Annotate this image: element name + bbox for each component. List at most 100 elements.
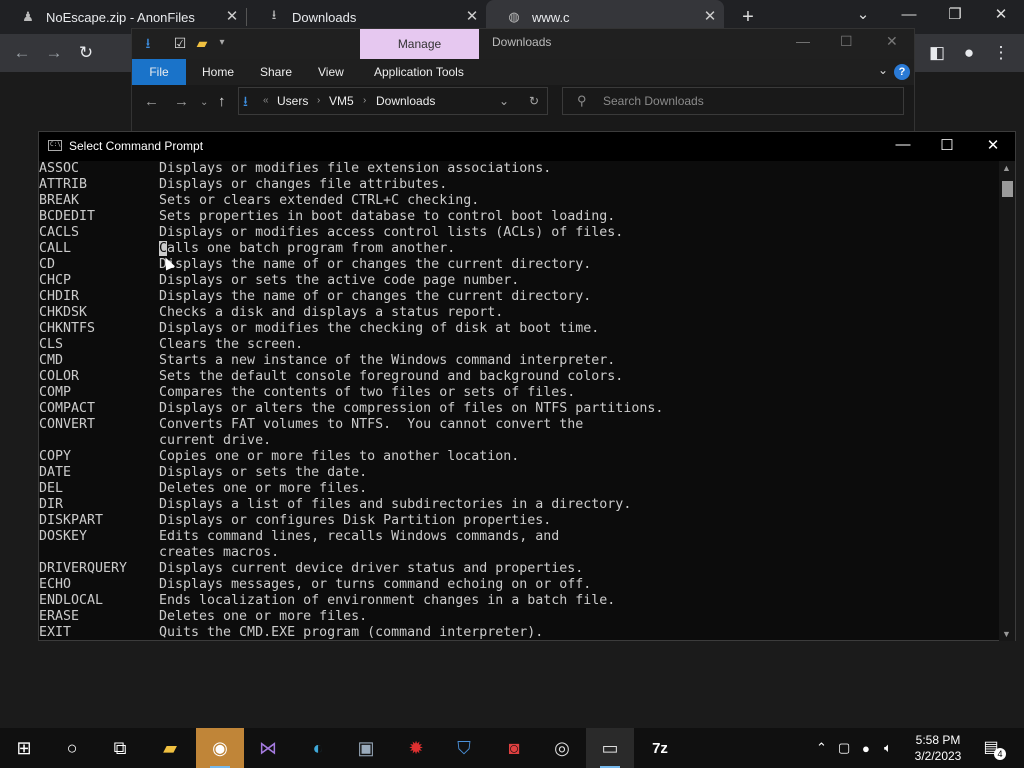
up-folder-icon[interactable]: ↑	[218, 93, 226, 110]
chrome-icon[interactable]: ◉	[196, 728, 244, 768]
visual-studio-icon[interactable]: ⋈	[244, 728, 292, 768]
refresh-icon[interactable]: ↻	[529, 88, 539, 114]
obs-icon[interactable]: ◎	[538, 728, 586, 768]
command-description: Displays messages, or turns command echo…	[159, 577, 592, 592]
browser-restore-button[interactable]: ❐	[932, 0, 978, 30]
command-name: CHKNTFS	[39, 321, 96, 336]
tab-title: NoEscape.zip - AnonFiles	[46, 9, 195, 25]
command-name: COLOR	[39, 369, 80, 384]
command-description: Displays a list of files and subdirector…	[159, 497, 632, 512]
command-name: CHCP	[39, 273, 72, 288]
ribbon-application-tools-tab[interactable]: Application Tools	[374, 59, 464, 85]
manage-tab[interactable]: Manage	[360, 29, 479, 59]
cmd-close-button[interactable]: ✕	[983, 136, 1003, 154]
menu-icon[interactable]: ⋮	[990, 42, 1012, 64]
ribbon-view-tab[interactable]: View	[318, 59, 344, 85]
command-name: DISKPART	[39, 513, 104, 528]
selection-caret: C	[159, 241, 168, 256]
cmd-maximize-button[interactable]: ☐	[937, 136, 957, 154]
command-description: Deletes one or more files.	[159, 609, 368, 624]
command-description: Ends localization of environment changes…	[159, 593, 616, 608]
recent-locations-icon[interactable]: ⌄	[200, 97, 208, 108]
new-tab-button[interactable]: +	[738, 6, 758, 28]
browser-close-button[interactable]: ✕	[978, 0, 1024, 30]
ribbon-file-tab[interactable]: File	[132, 59, 186, 85]
breadcrumb-users[interactable]: Users	[277, 88, 308, 114]
command-description: Displays or modifies file extension asso…	[159, 161, 552, 176]
command-name	[39, 545, 159, 561]
shield-icon[interactable]: ⛉	[440, 728, 488, 768]
address-bar[interactable]: ⭳ « Users › VM5 › Downloads ⌄ ↻	[238, 87, 548, 115]
command-prompt-taskbar-icon[interactable]: ▭	[586, 728, 634, 768]
search-downloads-input[interactable]: ⚲ Search Downloads	[562, 87, 904, 115]
7zip-icon[interactable]: 7z	[636, 728, 684, 768]
network-app-icon[interactable]: ▣	[342, 728, 390, 768]
command-prompt-window: C:\ Select Command Prompt — ☐ ✕ ASSOC Dis…	[38, 131, 1016, 641]
back-icon[interactable]: ←	[11, 42, 33, 64]
address-dropdown-icon[interactable]: ⌄	[499, 88, 509, 114]
properties-icon[interactable]: ☑	[172, 35, 188, 51]
command-name: CHKDSK	[39, 305, 88, 320]
explorer-maximize-button[interactable]: ☐	[840, 33, 853, 50]
command-description: Displays the name of or changes the curr…	[159, 289, 592, 304]
cmd-output-line: DRIVERQUERY Displays current device drive…	[39, 561, 1001, 577]
expand-ribbon-icon[interactable]: ⌄	[878, 63, 888, 77]
explorer-close-button[interactable]: ✕	[886, 33, 898, 50]
cmd-output-line: ATTRIB Displays or changes file attribute…	[39, 177, 1001, 193]
globe-icon: ◍	[508, 9, 520, 24]
volume-icon[interactable]: 🔈︎	[884, 728, 892, 768]
reload-icon[interactable]: ↻	[75, 42, 97, 64]
download-folder-icon: ⭳	[145, 35, 151, 51]
microphone-icon[interactable]: ●	[862, 728, 870, 768]
browser-minimize-button[interactable]: —	[886, 0, 932, 30]
forward-icon[interactable]: →	[43, 42, 65, 64]
explorer-back-icon[interactable]: ←	[144, 93, 159, 110]
cmd-output-line: creates macros.	[39, 545, 1001, 561]
cmd-scrollbar[interactable]: ▲ ▼	[999, 161, 1015, 641]
cmd-titlebar[interactable]: C:\ Select Command Prompt — ☐ ✕	[39, 132, 1015, 161]
cmd-output-line: ASSOC Displays or modifies file extension…	[39, 161, 1001, 177]
recorder-icon[interactable]: ◙	[490, 728, 538, 768]
search-icon: ⚲	[577, 93, 587, 108]
breadcrumb-overflow-icon[interactable]: «	[263, 88, 269, 114]
search-circle-icon[interactable]: ○	[48, 728, 96, 768]
command-description: current drive.	[159, 433, 272, 448]
command-name: COMPACT	[39, 401, 96, 416]
cmd-output-line: CD Displays the name of or changes the cu…	[39, 257, 1001, 273]
side-panel-icon[interactable]: ◧	[926, 42, 948, 64]
explorer-forward-icon[interactable]: →	[174, 93, 189, 110]
help-icon[interactable]: ?	[894, 64, 910, 80]
edge-icon[interactable]: ◐	[294, 728, 342, 768]
tab-search-icon[interactable]: ⌄	[840, 0, 886, 30]
close-tab-icon[interactable]: ✕	[702, 9, 718, 25]
task-view-icon[interactable]: ⧉	[96, 728, 144, 768]
show-hidden-icons[interactable]: ⌃	[816, 728, 827, 768]
system-clock[interactable]: 5:58 PM 3/2/2023	[908, 732, 968, 764]
cmd-minimize-button[interactable]: —	[893, 136, 913, 153]
file-explorer-icon[interactable]: ▰	[146, 728, 194, 768]
new-folder-icon[interactable]: ▰	[194, 35, 210, 51]
explorer-minimize-button[interactable]: —	[796, 33, 810, 49]
breadcrumb-downloads[interactable]: Downloads	[376, 88, 435, 114]
cmd-output[interactable]: ASSOC Displays or modifies file extension…	[39, 161, 1001, 641]
customize-toolbar-icon[interactable]: ▾	[214, 35, 230, 51]
network-icon[interactable]: ▢	[838, 728, 850, 768]
windows-start-icon[interactable]: ⊞	[0, 728, 48, 768]
cmd-output-line: COMPACT Displays or alters the compressio…	[39, 401, 1001, 417]
command-description: Sets or clears extended CTRL+C checking.	[159, 193, 480, 208]
scroll-up-icon[interactable]: ▲	[1002, 163, 1011, 173]
cmd-output-line: DISKPART Displays or configures Disk Part…	[39, 513, 1001, 529]
breadcrumb-vm5[interactable]: VM5	[329, 88, 354, 114]
cmd-output-line: DEL Deletes one or more files.	[39, 481, 1001, 497]
command-name	[39, 433, 159, 449]
close-tab-icon[interactable]: ✕	[224, 9, 240, 25]
ribbon-share-tab[interactable]: Share	[260, 59, 292, 85]
ribbon-home-tab[interactable]: Home	[202, 59, 234, 85]
security-tool-icon[interactable]: ✹	[392, 728, 440, 768]
command-name: COPY	[39, 449, 72, 464]
scroll-down-icon[interactable]: ▼	[1002, 629, 1011, 639]
scroll-thumb[interactable]	[1002, 181, 1013, 197]
close-tab-icon[interactable]: ✕	[464, 9, 480, 25]
profile-icon[interactable]: ●	[958, 42, 980, 64]
command-description: Displays or modifies access control list…	[159, 225, 624, 240]
